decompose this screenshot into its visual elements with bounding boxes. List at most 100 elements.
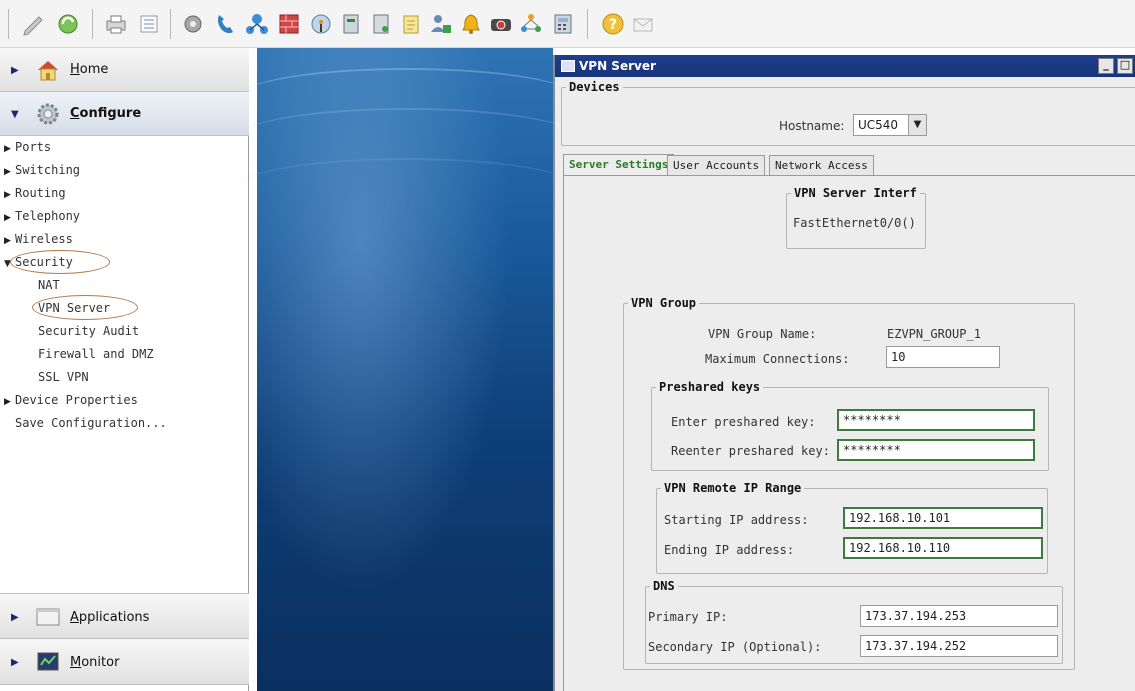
tree-item-switching[interactable]: ▶ Switching: [4, 161, 80, 179]
vpn-group-name-label: VPN Group Name:: [708, 327, 817, 341]
vpn-remote-ip-range-legend: VPN Remote IP Range: [664, 481, 802, 495]
starting-ip-input[interactable]: 192.168.10.101: [843, 507, 1043, 529]
tab-network-access[interactable]: Network Access: [769, 155, 874, 176]
preshared-key-label: Enter preshared key:: [671, 415, 816, 429]
wireless-icon[interactable]: [308, 11, 334, 37]
navigation-panel: ▶ Home ▼ Configure ▶ Ports ▶ Switching ▶ Ro…: [0, 48, 249, 691]
tree-item-label: Wireless: [15, 232, 73, 246]
tree-item-save-configuration[interactable]: Save Configuration...: [15, 414, 167, 432]
primary-ip-label: Primary IP:: [648, 610, 728, 624]
vpn-server-interface-value[interactable]: FastEthernet0/0(): [793, 216, 916, 230]
expand-arrow-icon[interactable]: ▶: [11, 612, 19, 623]
vpn-group-name-value: EZVPN_GROUP_1: [887, 327, 981, 341]
tree-item-ports[interactable]: ▶ Ports: [4, 138, 51, 156]
tree-item-device-properties[interactable]: ▶ Device Properties: [4, 391, 138, 409]
calculator-icon[interactable]: [550, 11, 576, 37]
mail-icon[interactable]: [630, 11, 656, 37]
tree-item-label: Device Properties: [15, 393, 138, 407]
svg-text:?: ?: [609, 17, 617, 33]
primary-ip-input[interactable]: 173.37.194.253: [860, 605, 1058, 627]
max-connections-input[interactable]: 10: [886, 346, 1000, 368]
reenter-preshared-key-input[interactable]: ********: [837, 439, 1035, 461]
nav-applications[interactable]: ▶ Applications: [0, 593, 249, 639]
toolbar-separator: [8, 9, 9, 39]
tree-item-label: NAT: [38, 278, 60, 292]
desktop-background: [237, 48, 577, 691]
tree-item-telephony[interactable]: ▶ Telephony: [4, 207, 80, 225]
tree-item-label: SSL VPN: [38, 370, 89, 384]
applications-icon: [35, 604, 61, 630]
tab-user-accounts[interactable]: User Accounts: [667, 155, 766, 176]
tree-item-label: Firewall and DMZ: [38, 347, 154, 361]
preshared-key-input[interactable]: ********: [837, 409, 1035, 431]
vpn-group-legend: VPN Group: [631, 296, 697, 310]
topology-icon[interactable]: [518, 11, 544, 37]
nav-home[interactable]: ▶ Home: [0, 48, 249, 92]
collapse-arrow-icon[interactable]: ▼: [11, 109, 19, 120]
camera-icon[interactable]: [488, 11, 514, 37]
tree-item-firewall-dmz[interactable]: Firewall and DMZ: [38, 345, 154, 363]
window-title-bar[interactable]: VPN Server _ □: [555, 55, 1135, 77]
devices-legend: Devices: [569, 80, 620, 94]
nav-monitor[interactable]: ▶ Monitor: [0, 639, 249, 685]
devices-group: Devices: [561, 80, 1135, 146]
users-icon[interactable]: [428, 11, 454, 37]
maximize-button[interactable]: □: [1117, 58, 1133, 74]
list-icon[interactable]: [136, 11, 162, 37]
notes-icon[interactable]: [398, 11, 424, 37]
hostname-select[interactable]: UC540 ▼: [853, 114, 927, 136]
secondary-ip-label: Secondary IP (Optional):: [648, 640, 822, 654]
nav-applications-label: Applications: [70, 610, 150, 625]
nav-monitor-label: Monitor: [70, 655, 120, 670]
server-icon[interactable]: [368, 11, 394, 37]
tree-item-label: Save Configuration...: [15, 416, 167, 430]
tree-item-label: Security Audit: [38, 324, 140, 338]
toolbar-separator: [92, 9, 93, 39]
vpn-server-interface-legend: VPN Server Interf: [794, 186, 917, 200]
edit-icon[interactable]: [20, 11, 46, 37]
background-wave: [237, 158, 577, 218]
starting-ip-label: Starting IP address:: [664, 513, 809, 527]
firewall-icon[interactable]: [276, 11, 302, 37]
help-icon[interactable]: ?: [600, 11, 626, 37]
nav-configure[interactable]: ▼ Configure: [0, 92, 249, 136]
preshared-keys-legend: Preshared keys: [659, 380, 761, 394]
window-title: VPN Server: [579, 59, 656, 73]
monitor-icon: [35, 649, 61, 675]
expand-arrow-icon[interactable]: ▶: [11, 65, 19, 76]
tree-item-nat[interactable]: NAT: [38, 276, 60, 294]
ending-ip-label: Ending IP address:: [664, 543, 795, 557]
tree-item-ssl-vpn[interactable]: SSL VPN: [38, 368, 89, 386]
secondary-ip-input[interactable]: 173.37.194.252: [860, 635, 1058, 657]
config-icon[interactable]: [180, 11, 206, 37]
tree-item-label: Switching: [15, 163, 81, 177]
refresh-icon[interactable]: [55, 11, 81, 37]
phone-icon[interactable]: [212, 11, 238, 37]
minimize-button[interactable]: _: [1098, 58, 1114, 74]
chevron-down-icon[interactable]: ▼: [908, 115, 926, 135]
expand-arrow-icon: ▶: [4, 213, 11, 223]
tree-item-routing[interactable]: ▶ Routing: [4, 184, 66, 202]
alarm-icon[interactable]: [458, 11, 484, 37]
vpn-server-window: VPN Server _ □ Devices Hostname: UC540 ▼…: [553, 55, 1135, 691]
reenter-preshared-key-label: Reenter preshared key:: [671, 444, 830, 458]
window-icon: [561, 60, 575, 72]
network-icon[interactable]: [244, 11, 270, 37]
highlight-circle: [10, 250, 110, 274]
tab-server-settings[interactable]: Server Settings: [563, 154, 675, 176]
tree-item-label: Telephony: [15, 209, 81, 223]
tree-item-label: Ports: [15, 140, 52, 154]
expand-arrow-icon[interactable]: ▶: [11, 657, 19, 668]
hostname-label: Hostname:: [779, 119, 845, 133]
tree-item-label: Routing: [15, 186, 66, 200]
print-icon[interactable]: [103, 11, 129, 37]
expand-arrow-icon: ▶: [4, 190, 11, 200]
device-icon[interactable]: [338, 11, 364, 37]
hostname-value: UC540: [858, 118, 899, 132]
ending-ip-input[interactable]: 192.168.10.110: [843, 537, 1043, 559]
max-connections-label: Maximum Connections:: [705, 352, 850, 366]
tree-item-security-audit[interactable]: Security Audit: [38, 322, 139, 340]
home-icon: [35, 57, 61, 83]
tree-item-wireless[interactable]: ▶ Wireless: [4, 230, 73, 248]
toolbar: ?: [0, 0, 1135, 48]
